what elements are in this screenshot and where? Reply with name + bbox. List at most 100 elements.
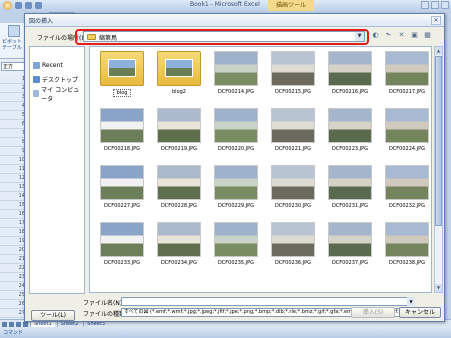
image-file-item[interactable]: DCF00215.JPG bbox=[263, 49, 323, 107]
sheet-nav-first-icon[interactable] bbox=[2, 321, 7, 327]
vertical-scrollbar[interactable]: ▲ ▼ bbox=[434, 46, 443, 293]
file-name-label: DCF00214.JPG bbox=[217, 89, 255, 95]
file-name-label: DCF00229.JPG bbox=[217, 203, 255, 209]
image-thumbnail bbox=[328, 222, 372, 257]
maximize-button[interactable] bbox=[431, 1, 439, 9]
chevron-down-icon[interactable]: ▼ bbox=[407, 297, 415, 306]
image-thumbnail bbox=[385, 165, 429, 200]
image-file-item[interactable]: DCF00218.JPG bbox=[92, 106, 152, 164]
image-thumbnail bbox=[214, 51, 258, 86]
sheet-nav-next-icon[interactable] bbox=[16, 321, 21, 327]
image-file-item[interactable]: DCF00234.JPG bbox=[149, 220, 209, 278]
image-file-item[interactable]: DCF00216.JPG bbox=[320, 49, 380, 107]
desktop-icon bbox=[33, 76, 40, 83]
insert-picture-dialog: 図の挿入 ✕ ファイルの場所(I): 縮第鳥 ▼ ◐ ⬑ ✕ ▣ ▦ Recen… bbox=[24, 13, 445, 322]
redo-icon[interactable] bbox=[35, 2, 42, 9]
image-thumbnail bbox=[157, 108, 201, 143]
image-file-item[interactable]: DCF00231.JPG bbox=[320, 163, 380, 221]
minimize-button[interactable] bbox=[421, 1, 429, 9]
file-name-label: DCF00230.JPG bbox=[274, 203, 312, 209]
image-thumbnail bbox=[100, 222, 144, 257]
image-file-item[interactable]: DCF00238.JPG bbox=[377, 220, 431, 278]
scroll-up-icon[interactable]: ▲ bbox=[435, 47, 442, 55]
scroll-down-icon[interactable]: ▼ bbox=[435, 284, 442, 292]
file-name-label: DCF00218.JPG bbox=[103, 146, 141, 152]
views-icon[interactable]: ▦ bbox=[423, 31, 432, 40]
scroll-thumb[interactable] bbox=[435, 56, 442, 226]
folder-item[interactable]: blog bbox=[92, 49, 152, 107]
image-file-item[interactable]: DCF00233.JPG bbox=[92, 220, 152, 278]
folder-icon bbox=[100, 51, 144, 86]
folder-item[interactable]: blog2 bbox=[149, 49, 209, 107]
tools-button[interactable]: ツール(L) bbox=[31, 310, 75, 321]
image-thumbnail bbox=[271, 108, 315, 143]
image-thumbnail bbox=[214, 165, 258, 200]
image-thumbnail bbox=[271, 222, 315, 257]
look-in-highlight bbox=[75, 29, 369, 45]
new-folder-icon[interactable]: ▣ bbox=[410, 31, 419, 40]
file-name-label: DCF00233.JPG bbox=[103, 260, 141, 266]
image-file-item[interactable]: DCF00230.JPG bbox=[263, 163, 323, 221]
delete-icon[interactable]: ✕ bbox=[397, 31, 406, 40]
file-name-input[interactable] bbox=[121, 297, 415, 306]
place-recent[interactable]: Recent bbox=[33, 61, 85, 70]
image-thumbnail bbox=[271, 165, 315, 200]
file-name-label: DCF00219.JPG bbox=[160, 146, 198, 152]
file-name-label: DCF00232.JPG bbox=[388, 203, 426, 209]
file-name-label: DCF00227.JPG bbox=[103, 203, 141, 209]
place-my-computer[interactable]: マイ コンピュータ bbox=[33, 87, 85, 103]
image-file-item[interactable]: DCF00223.JPG bbox=[320, 106, 380, 164]
place-desktop[interactable]: デスクトップ bbox=[33, 75, 85, 84]
image-file-item[interactable]: DCF00227.JPG bbox=[92, 163, 152, 221]
file-name-label: DCF00236.JPG bbox=[274, 260, 312, 266]
place-label: マイ コンピュータ bbox=[41, 86, 80, 103]
dialog-toolbar: ◐ ⬑ ✕ ▣ ▦ bbox=[371, 31, 432, 40]
image-file-item[interactable]: DCF00228.JPG bbox=[149, 163, 209, 221]
file-name-label: DCF00238.JPG bbox=[388, 260, 426, 266]
image-file-item[interactable]: DCF00224.JPG bbox=[377, 106, 431, 164]
back-icon[interactable]: ◐ bbox=[371, 31, 380, 40]
undo-icon[interactable] bbox=[25, 2, 32, 9]
file-name-label: DCF00231.JPG bbox=[331, 203, 369, 209]
image-thumbnail bbox=[328, 165, 372, 200]
image-file-item[interactable]: DCF00220.JPG bbox=[206, 106, 266, 164]
file-name-label: blog bbox=[113, 89, 131, 97]
image-thumbnail bbox=[100, 108, 144, 143]
pivot-table-icon[interactable] bbox=[8, 25, 20, 37]
image-thumbnail bbox=[328, 51, 372, 86]
places-bar: Recent デスクトップ マイ コンピュータ bbox=[29, 46, 85, 294]
status-bar: コマンド bbox=[0, 328, 451, 338]
window-title: Book1 - Microsoft Excel bbox=[190, 1, 260, 8]
close-window-button[interactable] bbox=[441, 1, 449, 9]
cancel-button[interactable]: キャンセル bbox=[399, 307, 441, 318]
image-thumbnail bbox=[100, 165, 144, 200]
image-file-item[interactable]: DCF00235.JPG bbox=[206, 220, 266, 278]
image-file-item[interactable]: DCF00217.JPG bbox=[377, 49, 431, 107]
up-folder-icon[interactable]: ⬑ bbox=[384, 31, 393, 40]
insert-button[interactable]: 挿入(S) bbox=[351, 307, 395, 318]
sheet-nav-last-icon[interactable] bbox=[23, 321, 28, 327]
image-file-item[interactable]: DCF00229.JPG bbox=[206, 163, 266, 221]
office-button[interactable] bbox=[3, 1, 12, 10]
file-name-row: ファイル名(N): ▼ bbox=[83, 297, 415, 307]
image-file-item[interactable]: DCF00221.JPG bbox=[263, 106, 323, 164]
folder-preview bbox=[108, 59, 136, 77]
context-tab-label: 描画ツール bbox=[268, 0, 314, 11]
file-name-label: DCF00235.JPG bbox=[217, 260, 255, 266]
file-name-label: DCF00220.JPG bbox=[217, 146, 255, 152]
window-buttons bbox=[421, 1, 449, 9]
image-file-item[interactable]: DCF00236.JPG bbox=[263, 220, 323, 278]
image-file-item[interactable]: DCF00237.JPG bbox=[320, 220, 380, 278]
file-name-label: DCF00234.JPG bbox=[160, 260, 198, 266]
image-file-item[interactable]: DCF00219.JPG bbox=[149, 106, 209, 164]
image-thumbnail bbox=[157, 222, 201, 257]
excel-title-bar: 描画ツール Book1 - Microsoft Excel bbox=[0, 0, 451, 11]
image-file-item[interactable]: DCF00214.JPG bbox=[206, 49, 266, 107]
dialog-close-button[interactable]: ✕ bbox=[431, 16, 441, 25]
file-name-label: DCF00223.JPG bbox=[331, 146, 369, 152]
place-label: Recent bbox=[42, 62, 63, 69]
sheet-nav-prev-icon[interactable] bbox=[9, 321, 14, 327]
save-icon[interactable] bbox=[15, 2, 22, 9]
file-name-label: DCF00215.JPG bbox=[274, 89, 312, 95]
image-file-item[interactable]: DCF00232.JPG bbox=[377, 163, 431, 221]
